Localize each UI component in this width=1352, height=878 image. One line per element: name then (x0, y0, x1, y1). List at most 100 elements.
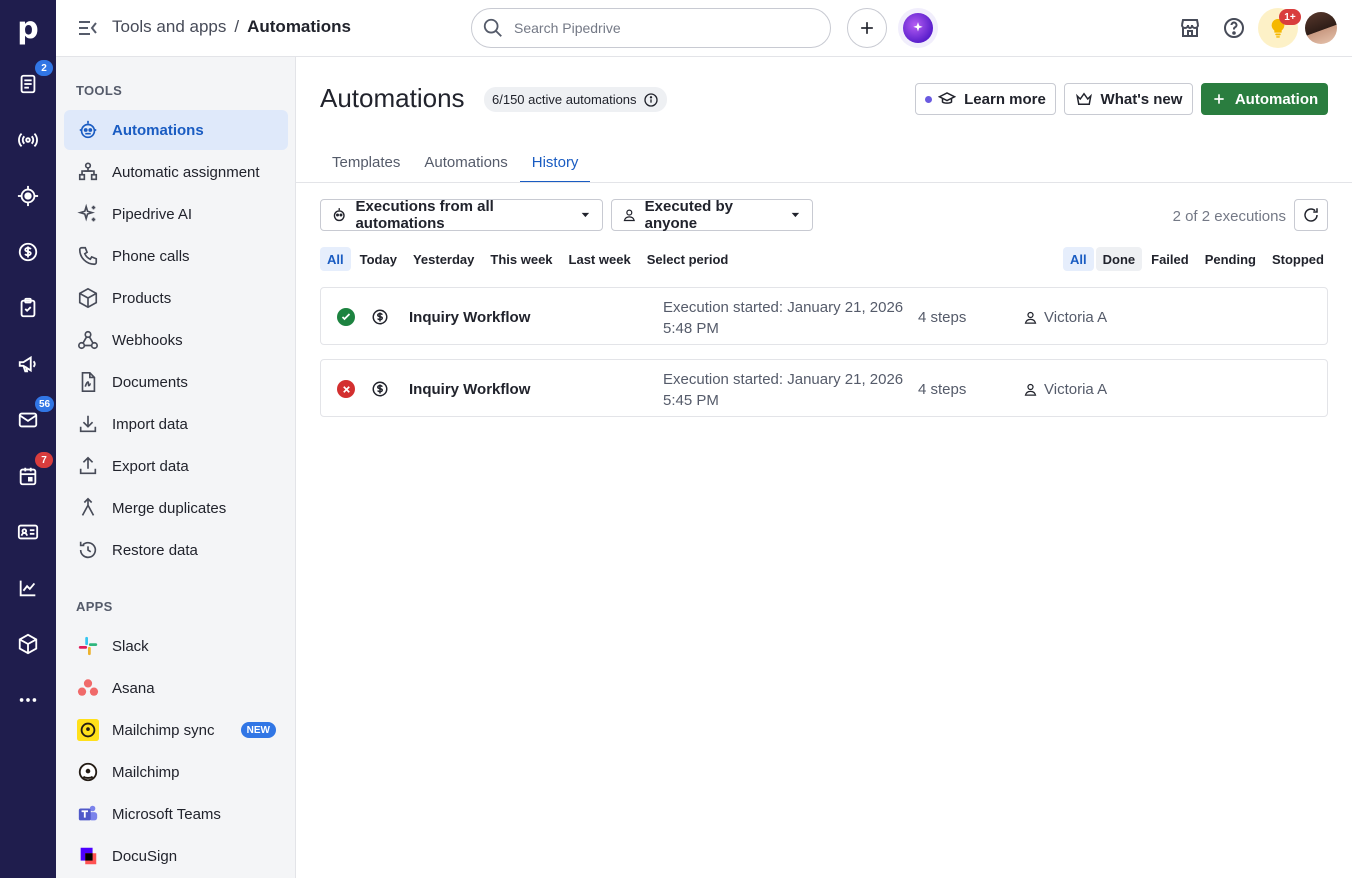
rail-products[interactable] (0, 624, 56, 664)
status-chip-stopped[interactable]: Stopped (1265, 247, 1331, 271)
rail-calendar[interactable]: 7 (0, 452, 56, 496)
mail-icon (18, 412, 38, 428)
upload-icon (76, 454, 100, 478)
sidebar-item-import-data[interactable]: Import data (64, 404, 288, 444)
refresh-icon (1304, 208, 1318, 222)
automation-filter-label: Executions from all automations (355, 198, 494, 232)
person-icon (623, 209, 635, 222)
logo-letter: p (17, 10, 39, 46)
search-box[interactable] (471, 8, 831, 48)
sidebar-item-slack[interactable]: Slack (64, 626, 288, 666)
graduation-cap-icon (938, 92, 957, 104)
rail-insights[interactable] (0, 568, 56, 608)
apps-section-title: APPS (76, 599, 113, 614)
sidebar-item-merge-duplicates[interactable]: Merge duplicates (64, 488, 288, 528)
period-chip-today[interactable]: Today (353, 247, 404, 271)
more-icon (19, 698, 37, 702)
sidebar-item-restore-data[interactable]: Restore data (64, 530, 288, 570)
period-chip-all[interactable]: All (320, 247, 351, 271)
marketplace-button[interactable] (1178, 16, 1202, 40)
sidebar-item-label: Slack (112, 637, 149, 655)
sidebar-item-documents[interactable]: Documents (64, 362, 288, 402)
status-chip-pending[interactable]: Pending (1198, 247, 1263, 271)
rail-campaigns[interactable] (0, 344, 56, 384)
rail-target[interactable] (0, 176, 56, 216)
sidebar-item-products[interactable]: Products (64, 278, 288, 318)
execution-steps: 4 steps (918, 381, 967, 398)
robot-icon (333, 208, 345, 222)
rail-projects[interactable] (0, 288, 56, 328)
owner-filter-dropdown[interactable]: Executed by anyone (611, 198, 813, 232)
rail-contacts[interactable] (0, 512, 56, 552)
workflow-name: Inquiry Workflow (409, 381, 531, 398)
tabs-divider (296, 182, 1352, 183)
owner-filter-label: Executed by anyone (644, 198, 733, 232)
pipedrive-logo[interactable]: p (0, 6, 56, 50)
help-button[interactable] (1222, 16, 1246, 40)
sidebar-item-export-data[interactable]: Export data (64, 446, 288, 486)
period-chip-yesterday[interactable]: Yesterday (406, 247, 481, 271)
webhook-icon (76, 328, 100, 352)
learn-more-label: Learn more (964, 90, 1046, 108)
tab-history[interactable]: History (519, 147, 591, 183)
rail-broadcast[interactable] (0, 120, 56, 160)
download-icon (76, 412, 100, 436)
history-icon (76, 538, 100, 562)
ai-assistant-button[interactable] (898, 8, 938, 48)
automation-filter-dropdown[interactable]: Executions from all automations (320, 198, 603, 232)
tab-templates[interactable]: Templates (320, 147, 412, 183)
sidebar-item-asana[interactable]: Asana (64, 668, 288, 708)
rail-leads[interactable]: 2 (0, 60, 56, 104)
sidebar-item-automatic-assignment[interactable]: Automatic assignment (64, 152, 288, 192)
execution-row[interactable]: Inquiry Workflow Execution started: Janu… (320, 359, 1328, 417)
teams-icon (76, 802, 100, 826)
rail-more[interactable] (0, 680, 56, 720)
mail-badge: 56 (35, 396, 55, 412)
store-icon (1181, 19, 1199, 37)
execution-started-time: 5:48 PM (663, 320, 719, 337)
mailchimp-icon (76, 760, 100, 784)
box-icon (18, 633, 38, 655)
info-icon[interactable] (643, 92, 659, 108)
whats-new-button[interactable]: What's new (1064, 83, 1193, 115)
add-automation-button[interactable]: Automation (1201, 83, 1328, 115)
user-avatar[interactable] (1305, 12, 1337, 44)
chart-icon (19, 580, 36, 597)
breadcrumb-parent[interactable]: Tools and apps (112, 17, 226, 37)
broadcast-icon (18, 132, 38, 148)
sidebar-item-phone-calls[interactable]: Phone calls (64, 236, 288, 276)
sidebar-item-pipedrive-ai[interactable]: Pipedrive AI (64, 194, 288, 234)
menu-collapse-button[interactable] (76, 16, 100, 40)
learn-more-button[interactable]: Learn more (915, 83, 1056, 115)
execution-row[interactable]: Inquiry Workflow Execution started: Janu… (320, 287, 1328, 345)
execution-started-date: Execution started: January 21, 2026 (663, 371, 904, 388)
sidebar-item-docusign[interactable]: DocuSign (64, 836, 288, 876)
active-count-text: 6/150 active automations (492, 92, 637, 107)
execution-count: 2 of 2 executions (1172, 208, 1286, 225)
period-chip-select-period[interactable]: Select period (640, 247, 736, 271)
sidebar-item-mailchimp[interactable]: Mailchimp (64, 752, 288, 792)
megaphone-icon (18, 355, 36, 373)
status-chip-done[interactable]: Done (1095, 247, 1143, 271)
asana-icon (76, 676, 100, 700)
dollar-icon (18, 242, 38, 262)
search-input[interactable] (514, 20, 814, 36)
crown-icon (1075, 92, 1092, 105)
sidebar-item-mailchimp-sync[interactable]: Mailchimp sync NEW (64, 710, 288, 750)
sidebar-item-webhooks[interactable]: Webhooks (64, 320, 288, 360)
rail-mail[interactable]: 56 (0, 396, 56, 440)
sidebar-item-label: Microsoft Teams (112, 805, 221, 823)
refresh-button[interactable] (1294, 199, 1328, 231)
period-chip-last-week[interactable]: Last week (562, 247, 638, 271)
sidebar-item-microsoft-teams[interactable]: Microsoft Teams (64, 794, 288, 834)
sidebar-item-automations[interactable]: Automations (64, 110, 288, 150)
page-title: Automations (320, 83, 465, 113)
add-automation-label: Automation (1234, 90, 1319, 108)
tab-automations[interactable]: Automations (412, 147, 519, 183)
status-chip-failed[interactable]: Failed (1144, 247, 1196, 271)
quick-add-button[interactable] (847, 8, 887, 48)
status-chip-all[interactable]: All (1063, 247, 1094, 271)
mailchimp-sync-icon (76, 718, 100, 742)
rail-deals[interactable] (0, 232, 56, 272)
period-chip-this-week[interactable]: This week (483, 247, 559, 271)
